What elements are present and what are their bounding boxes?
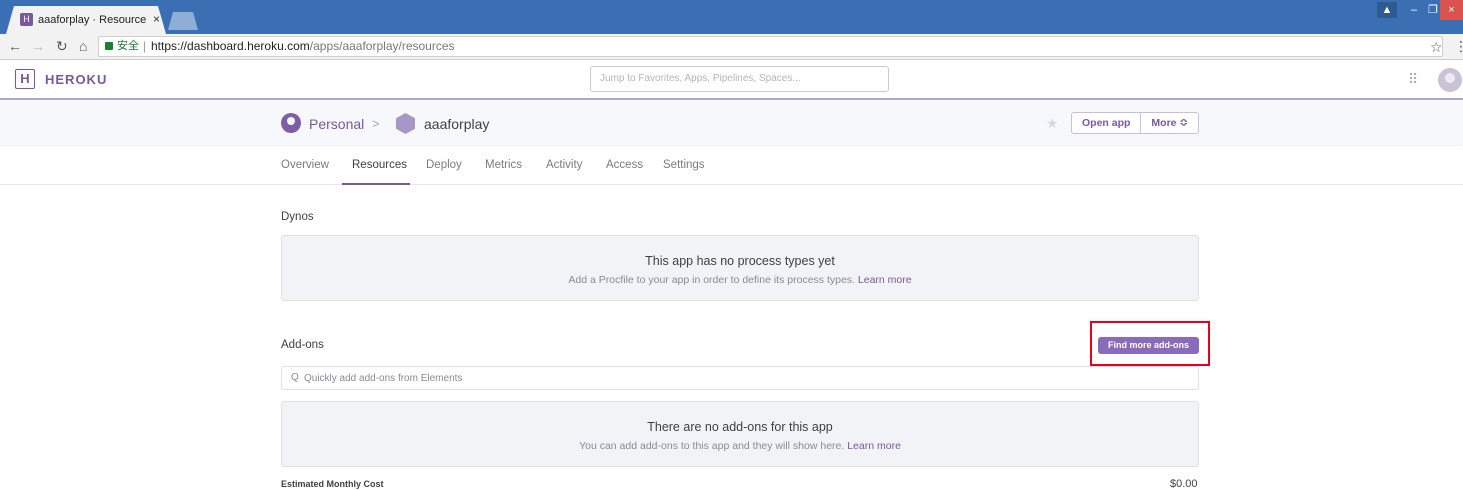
- addons-empty-state: There are no add-ons for this app You ca…: [281, 401, 1199, 467]
- tab-close-icon[interactable]: ×: [153, 12, 160, 26]
- home-icon[interactable]: ⌂: [79, 38, 87, 54]
- chevron-right-icon: >: [372, 116, 380, 131]
- dynos-empty-text-row: Add a Procfile to your app in order to d…: [282, 274, 1198, 286]
- tab-settings[interactable]: Settings: [663, 159, 705, 171]
- menu-dots-icon[interactable]: ⋮: [1454, 38, 1463, 55]
- estimated-cost-value: $0.00: [1170, 478, 1198, 490]
- dynos-learn-more-link[interactable]: Learn more: [858, 274, 912, 286]
- address-bar: ← → ↻ ⌂ 安全 | https://dashboard.heroku.co…: [0, 34, 1463, 60]
- tab-resources[interactable]: Resources: [352, 159, 407, 171]
- addons-empty-heading: There are no add-ons for this app: [647, 420, 833, 434]
- url-input[interactable]: 安全 | https://dashboard.heroku.com/apps/a…: [98, 36, 1443, 57]
- tab-title: aaaforplay · Resources: [38, 14, 146, 26]
- heroku-header: H HEROKU Jump to Favorites, Apps, Pipeli…: [0, 60, 1463, 100]
- url-separator: |: [143, 39, 147, 53]
- user-profile-icon[interactable]: ▲: [1377, 2, 1397, 18]
- browser-tab[interactable]: H aaaforplay · Resources ×: [6, 6, 166, 34]
- close-window-button[interactable]: ×: [1440, 0, 1463, 20]
- breadcrumb-app-name[interactable]: aaaforplay: [424, 116, 489, 132]
- dynos-empty-text: Add a Procfile to your app in order to d…: [568, 274, 855, 286]
- favorite-star-icon[interactable]: ★: [1046, 115, 1059, 132]
- heroku-favicon-icon: H: [20, 13, 33, 26]
- apps-grid-icon[interactable]: ⠿: [1408, 71, 1424, 87]
- browser-titlebar: H aaaforplay · Resources × ▲ – ❐ ×: [0, 0, 1463, 34]
- dynos-title: Dynos: [281, 211, 314, 223]
- forward-arrow-icon[interactable]: →: [31, 38, 45, 54]
- addons-empty-text: You can add add-ons to this app and they…: [579, 440, 845, 452]
- more-button[interactable]: More ≎: [1140, 113, 1198, 133]
- addon-search-input[interactable]: Q Quickly add add-ons from Elements: [281, 366, 1199, 390]
- app-hexagon-icon: [396, 113, 415, 134]
- tab-activity[interactable]: Activity: [546, 159, 582, 171]
- url-text: https://dashboard.heroku.com/apps/aaafor…: [151, 37, 455, 56]
- minimize-button[interactable]: –: [1405, 0, 1423, 20]
- addons-empty-text-row: You can add add-ons to this app and they…: [282, 440, 1198, 452]
- tab-metrics[interactable]: Metrics: [485, 159, 522, 171]
- addon-search-placeholder: Quickly add add-ons from Elements: [304, 373, 463, 384]
- heroku-logo-icon[interactable]: H: [15, 69, 35, 89]
- addons-learn-more-link[interactable]: Learn more: [847, 440, 901, 452]
- avatar[interactable]: [1438, 68, 1462, 92]
- reload-icon[interactable]: ↻: [56, 38, 68, 55]
- open-app-button[interactable]: Open app: [1072, 113, 1140, 133]
- app-header: Personal > aaaforplay ★ Open app More ≎: [0, 100, 1463, 146]
- dynos-empty-state: This app has no process types yet Add a …: [281, 235, 1199, 301]
- app-actions: Open app More ≎: [1071, 112, 1200, 134]
- person-icon: [281, 113, 301, 133]
- tab-access[interactable]: Access: [606, 159, 643, 171]
- tab-overview[interactable]: Overview: [281, 159, 329, 171]
- estimated-cost-label: Estimated Monthly Cost: [281, 479, 384, 489]
- jump-search-input[interactable]: Jump to Favorites, Apps, Pipelines, Spac…: [590, 66, 889, 92]
- active-tab-indicator: [342, 183, 410, 185]
- lock-icon: [105, 42, 113, 50]
- back-arrow-icon[interactable]: ←: [8, 38, 22, 54]
- bookmark-star-icon[interactable]: ☆: [1430, 39, 1443, 56]
- app-tabs: Overview Resources Deploy Metrics Activi…: [0, 146, 1463, 185]
- breadcrumb-personal[interactable]: Personal: [309, 116, 364, 132]
- dynos-empty-heading: This app has no process types yet: [645, 254, 835, 268]
- secure-label: 安全: [117, 40, 139, 52]
- search-icon: Q: [291, 372, 299, 383]
- heroku-logo-text[interactable]: HEROKU: [45, 72, 107, 87]
- new-tab-button[interactable]: [168, 12, 198, 30]
- addons-title: Add-ons: [281, 339, 324, 351]
- tab-deploy[interactable]: Deploy: [426, 159, 462, 171]
- find-more-addons-button[interactable]: Find more add-ons: [1098, 337, 1199, 354]
- url-path: /apps/aaaforplay/resources: [309, 39, 455, 53]
- url-host: https://dashboard.heroku.com: [151, 39, 310, 53]
